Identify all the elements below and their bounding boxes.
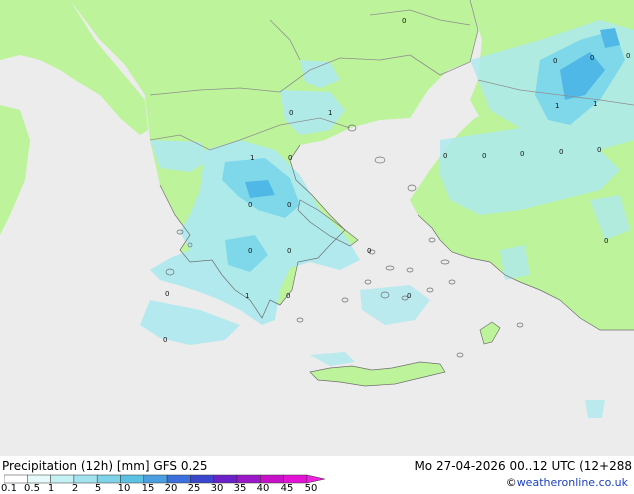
point-value: 0 <box>287 201 291 209</box>
precipitation-map: 0 0 0 0 1 1 0 1 1 0 0 0 0 0 0 0 0 0 0 0 … <box>0 0 634 462</box>
point-value: 0 <box>286 292 290 300</box>
point-value: 0 <box>520 150 524 158</box>
legend-swatch <box>73 474 98 484</box>
point-value: 0 <box>626 52 630 60</box>
legend-label: 10 <box>117 483 131 494</box>
point-value: 0 <box>402 17 406 25</box>
legend-label: 45 <box>280 483 294 494</box>
point-value: 0 <box>367 247 371 255</box>
legend-label: 2 <box>71 483 79 494</box>
legend-swatch <box>120 474 145 484</box>
point-value: 0 <box>163 336 167 344</box>
point-value: 0 <box>248 201 252 209</box>
point-value: 0 <box>443 152 447 160</box>
point-value: 0 <box>597 146 601 154</box>
point-value: 0 <box>288 154 292 162</box>
legend-swatch <box>236 474 261 484</box>
point-value: 0 <box>604 237 608 245</box>
legend-swatch <box>50 474 75 484</box>
site-credit[interactable]: ©weatheronline.co.uk <box>506 476 628 489</box>
legend-swatch <box>213 474 238 484</box>
legend-label: 20 <box>164 483 178 494</box>
legend-label: 15 <box>141 483 155 494</box>
point-value: 0 <box>407 292 411 300</box>
point-value: 0 <box>553 57 557 65</box>
legend-swatch <box>27 474 51 484</box>
legend-label: 30 <box>210 483 224 494</box>
legend-label: 50 <box>304 483 318 494</box>
legend-swatch <box>260 474 284 484</box>
point-value: 0 <box>590 54 594 62</box>
point-value: 1 <box>555 102 559 110</box>
point-value: 0 <box>482 152 486 160</box>
point-value: 0 <box>559 148 563 156</box>
legend-label: 25 <box>187 483 201 494</box>
legend-label: 1 <box>47 483 55 494</box>
legend-swatch <box>190 474 214 484</box>
legend-swatch <box>283 474 308 484</box>
copyright-symbol: © <box>505 476 517 489</box>
legend-label: 40 <box>256 483 270 494</box>
point-value: 1 <box>250 154 254 162</box>
legend-swatch <box>143 474 168 484</box>
map-title: Precipitation (12h) [mm] GFS 0.25 <box>2 459 208 473</box>
point-value: 0 <box>287 247 291 255</box>
point-value: 0 <box>248 247 252 255</box>
legend-swatch <box>4 474 28 484</box>
forecast-datetime: Mo 27-04-2026 00..12 UTC (12+288 <box>414 459 632 473</box>
site-link[interactable]: weatheronline.co.uk <box>517 476 628 489</box>
legend-arrow <box>306 474 325 484</box>
legend-swatch <box>166 474 191 484</box>
legend-label: 0.1 <box>1 483 17 494</box>
point-value: 0 <box>289 109 293 117</box>
legend-label: 5 <box>94 483 102 494</box>
legend-label: 0.5 <box>24 483 40 494</box>
legend-label: 35 <box>233 483 247 494</box>
point-value: 1 <box>593 100 597 108</box>
legend-swatch <box>96 474 121 484</box>
point-value: 0 <box>165 290 169 298</box>
point-value: 1 <box>328 109 332 117</box>
point-value: 1 <box>245 292 249 300</box>
map-footer: Precipitation (12h) [mm] GFS 0.25 Mo 27-… <box>0 456 634 494</box>
